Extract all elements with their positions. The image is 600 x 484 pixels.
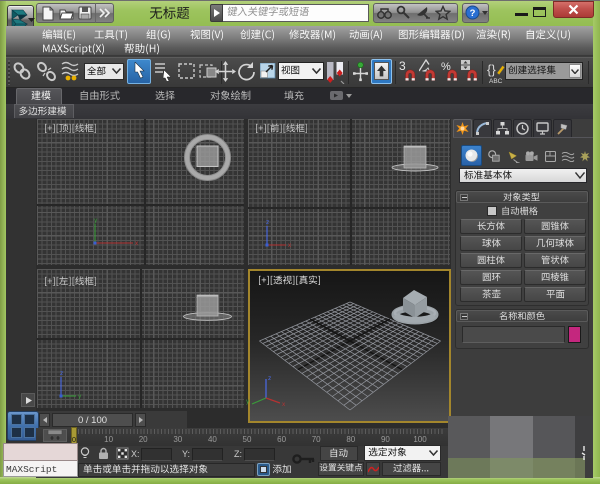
svg-text:?: ? (470, 8, 476, 19)
svg-text:3: 3 (399, 59, 406, 73)
svg-text:z: z (266, 219, 269, 226)
svg-text:y: y (78, 393, 82, 400)
svg-text:y: y (246, 398, 250, 405)
svg-text:ABC: ABC (489, 78, 503, 84)
svg-text:x: x (282, 401, 286, 408)
svg-text:y: y (94, 217, 98, 224)
svg-text:z: z (60, 370, 63, 377)
svg-text:{}: {} (487, 62, 496, 77)
svg-text:z: z (268, 375, 271, 382)
